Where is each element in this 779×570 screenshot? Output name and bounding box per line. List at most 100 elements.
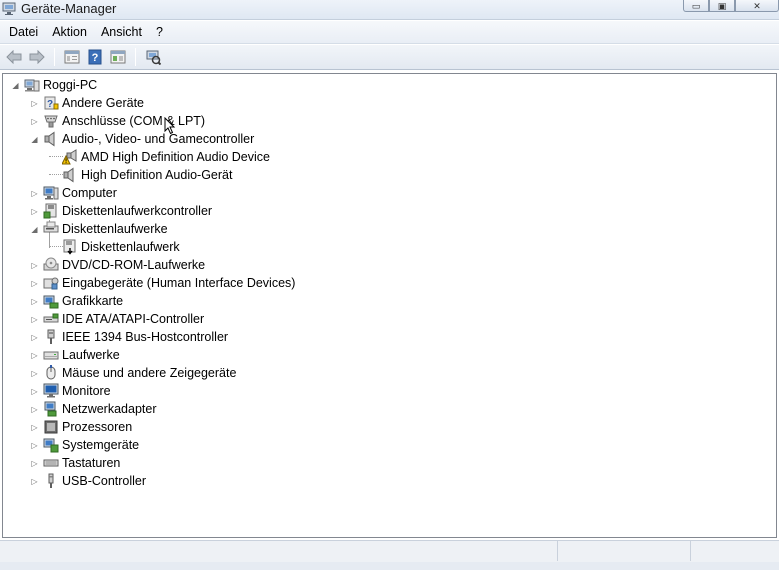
expand-arrow-icon[interactable]: ▷ — [30, 387, 39, 396]
floppy-drive-icon — [43, 221, 59, 237]
tree-connector — [49, 246, 63, 247]
maximize-button[interactable]: ▣ — [709, 0, 735, 12]
close-icon: ✕ — [753, 0, 761, 11]
tree-category-node[interactable]: Eingabegeräte (Human Interface Devices) — [43, 274, 295, 292]
tree-node-label: Audio-, Video- und Gamecontroller — [62, 132, 255, 146]
processor-icon — [43, 419, 59, 435]
tree-root-node[interactable]: Roggi-PC — [24, 76, 97, 94]
toolbar-separator — [54, 48, 55, 66]
back-button[interactable] — [3, 47, 24, 67]
mouse-cursor-icon — [164, 117, 176, 135]
usb-icon — [43, 473, 59, 489]
expand-arrow-icon[interactable]: ▷ — [30, 189, 39, 198]
properties-button[interactable] — [61, 47, 82, 67]
expand-arrow-icon[interactable]: ▷ — [30, 441, 39, 450]
tree-node-label: High Definition Audio-Gerät — [81, 168, 233, 182]
expand-arrow-icon[interactable]: ▷ — [30, 207, 39, 216]
expand-arrow-icon[interactable]: ▷ — [30, 297, 39, 306]
tree-category-node[interactable]: USB-Controller — [43, 472, 146, 490]
tree-category-node[interactable]: DVD/CD-ROM-Laufwerke — [43, 256, 205, 274]
tree-device-node[interactable]: AMD High Definition Audio Device — [61, 148, 270, 166]
collapse-arrow-icon[interactable]: ◢ — [30, 225, 39, 234]
tree-node-label: Diskettenlaufwerkcontroller — [62, 204, 213, 218]
tree-connector — [49, 174, 63, 175]
status-pane-secondary — [558, 541, 691, 561]
tree-node-label: Andere Geräte — [62, 96, 144, 110]
window-bottom-edge — [0, 562, 779, 570]
svg-text:?: ? — [91, 52, 98, 64]
expand-arrow-icon[interactable]: ▷ — [30, 333, 39, 342]
close-button[interactable]: ✕ — [735, 0, 779, 12]
tree-node-label: Tastaturen — [62, 456, 121, 470]
hid-icon — [43, 275, 59, 291]
expand-arrow-icon[interactable]: ▷ — [30, 351, 39, 360]
tree-category-node[interactable]: Monitore — [43, 382, 111, 400]
forward-button[interactable] — [26, 47, 47, 67]
display-adapter-icon — [43, 293, 59, 309]
scan-hardware-button[interactable] — [142, 47, 163, 67]
tree-category-node[interactable]: Computer — [43, 184, 117, 202]
tree-device-node[interactable]: Diskettenlaufwerk — [62, 238, 180, 256]
port-icon — [43, 113, 59, 129]
tree-category-node[interactable]: Netzwerkadapter — [43, 400, 157, 418]
tree-category-node[interactable]: ? Andere Geräte — [43, 94, 144, 112]
expand-arrow-icon[interactable]: ▷ — [30, 423, 39, 432]
disk-drive-icon — [43, 347, 59, 363]
expand-arrow-icon[interactable]: ▷ — [30, 405, 39, 414]
speaker-warning-icon — [61, 149, 78, 165]
collapse-arrow-icon[interactable]: ◢ — [11, 81, 20, 90]
status-pane-tertiary — [691, 541, 779, 561]
expand-arrow-icon[interactable]: ▷ — [30, 117, 39, 126]
tree-category-node[interactable]: Laufwerke — [43, 346, 120, 364]
tree-node-label: Diskettenlaufwerke — [62, 222, 168, 236]
minimize-icon: ▭ — [691, 0, 701, 11]
expand-arrow-icon[interactable]: ▷ — [30, 261, 39, 270]
tree-node-label: DVD/CD-ROM-Laufwerke — [62, 258, 206, 272]
window-title: Geräte-Manager — [21, 1, 117, 16]
expand-arrow-icon[interactable]: ▷ — [30, 315, 39, 324]
tree-node-label: Netzwerkadapter — [62, 402, 157, 416]
expand-arrow-icon[interactable]: ▷ — [30, 369, 39, 378]
unknown-device-icon: ? — [43, 95, 59, 111]
menu-bar: Datei Aktion Ansicht ? — [0, 21, 779, 44]
tree-category-node[interactable]: Mäuse und andere Zeigegeräte — [43, 364, 236, 382]
minimize-button[interactable]: ▭ — [683, 0, 709, 12]
tree-category-node[interactable]: Grafikkarte — [43, 292, 123, 310]
collapse-arrow-icon[interactable]: ◢ — [30, 135, 39, 144]
tree-node-label: USB-Controller — [62, 474, 147, 488]
tree-category-node[interactable]: Systemgeräte — [43, 436, 139, 454]
firewire-icon — [43, 329, 59, 345]
tree-node-label: Systemgeräte — [62, 438, 140, 452]
view-icon — [110, 50, 125, 64]
system-device-icon — [43, 437, 59, 453]
expand-arrow-icon[interactable]: ▷ — [30, 477, 39, 486]
tree-category-node[interactable]: Tastaturen — [43, 454, 120, 472]
tree-category-node[interactable]: Prozessoren — [43, 418, 132, 436]
view-button[interactable] — [107, 47, 128, 67]
device-tree[interactable]: ◢ Roggi-PC ▷? Andere Geräte ▷ Anschlüsse (COM… — [2, 73, 777, 538]
tree-device-node[interactable]: High Definition Audio-Gerät — [62, 166, 232, 184]
status-pane-main — [0, 541, 558, 561]
svg-text:?: ? — [47, 99, 53, 110]
tree-node-label: AMD High Definition Audio Device — [81, 150, 270, 164]
tree-category-node[interactable]: Diskettenlaufwerkcontroller — [43, 202, 212, 220]
menu-datei[interactable]: Datei — [2, 22, 45, 42]
tree-category-node[interactable]: Anschlüsse (COM & LPT) — [43, 112, 205, 130]
expand-arrow-icon[interactable]: ▷ — [30, 279, 39, 288]
menu-aktion[interactable]: Aktion — [45, 22, 94, 42]
menu-help[interactable]: ? — [149, 22, 170, 42]
monitor-icon — [43, 383, 59, 399]
title-bar[interactable]: Geräte-Manager ▭ ▣ ✕ — [0, 0, 779, 20]
help-button[interactable]: ? — [84, 47, 105, 67]
menu-ansicht[interactable]: Ansicht — [94, 22, 149, 42]
tree-category-node[interactable]: IEEE 1394 Bus-Hostcontroller — [43, 328, 228, 346]
tree-node-label: Computer — [62, 186, 117, 200]
tree-node-label: Laufwerke — [62, 348, 120, 362]
expand-arrow-icon[interactable]: ▷ — [30, 459, 39, 468]
expand-arrow-icon[interactable]: ▷ — [30, 99, 39, 108]
tree-category-node[interactable]: Audio-, Video- und Gamecontroller — [43, 130, 254, 148]
network-adapter-icon — [43, 401, 59, 417]
tree-category-node[interactable]: IDE ATA/ATAPI-Controller — [43, 310, 204, 328]
tree-category-node[interactable]: Diskettenlaufwerke — [43, 220, 168, 238]
root-computer-icon — [24, 77, 40, 93]
